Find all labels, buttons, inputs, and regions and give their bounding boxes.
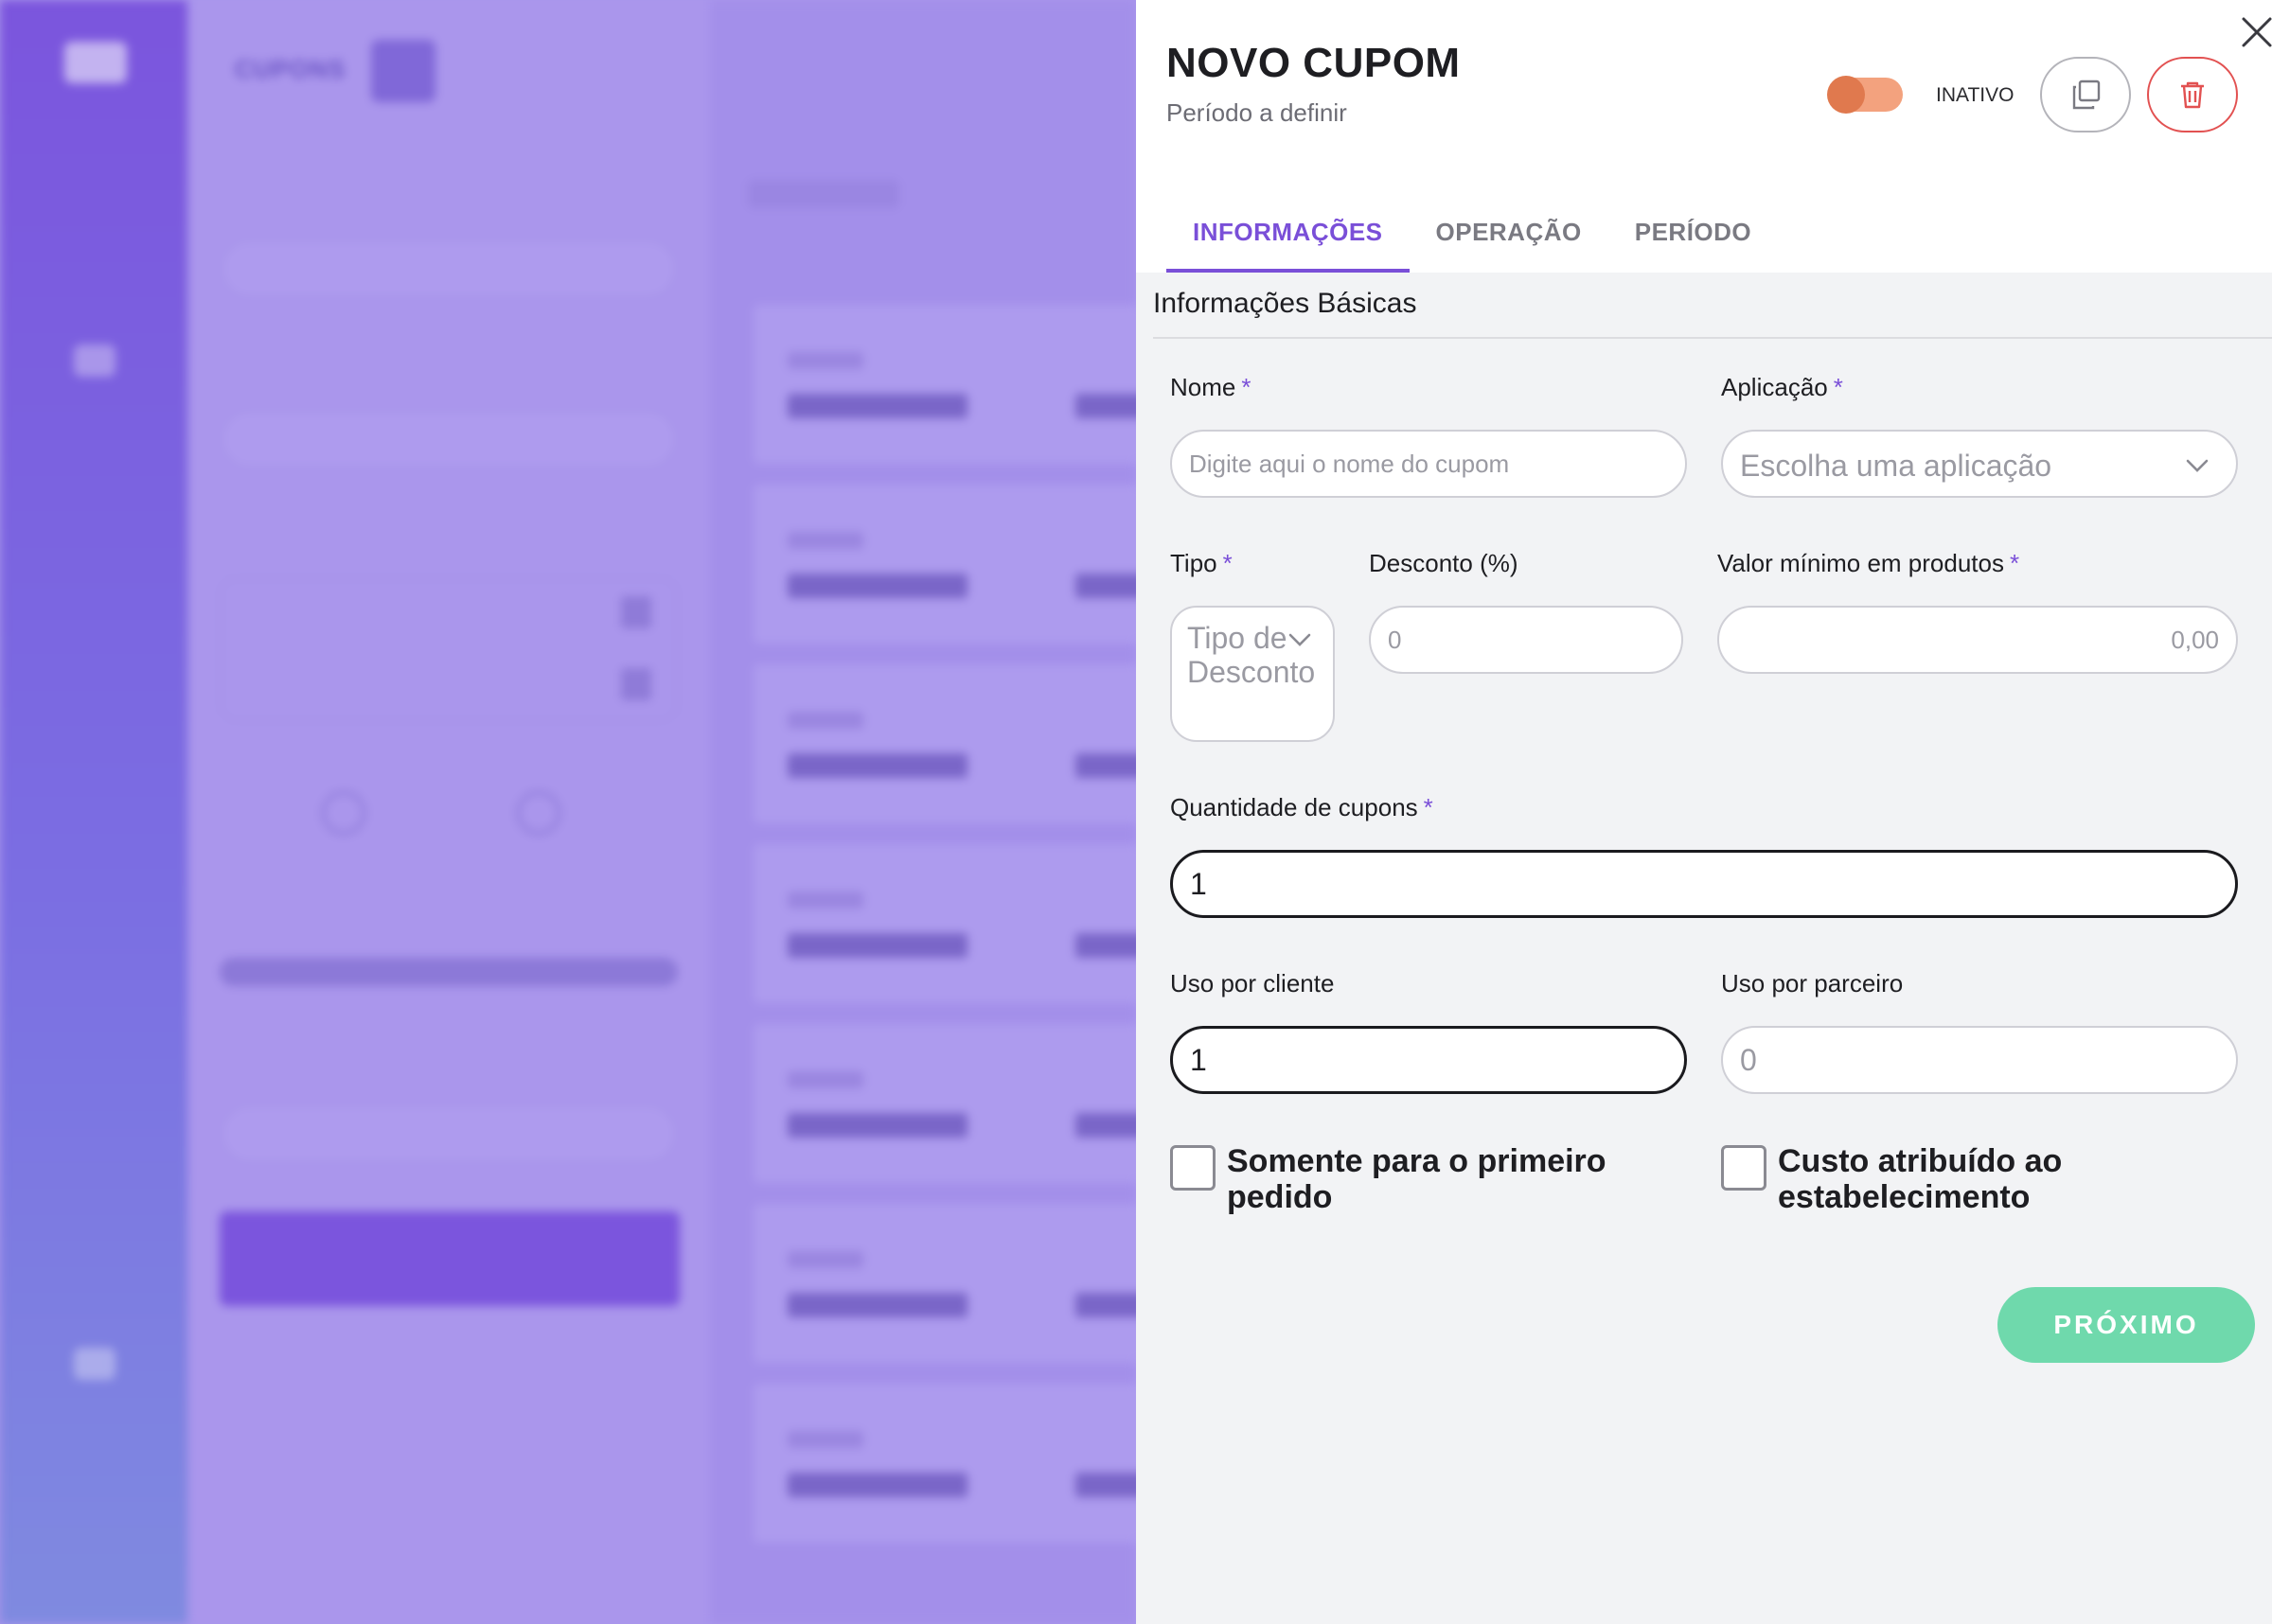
chevron-down-icon	[1288, 633, 1311, 646]
status-toggle[interactable]	[1827, 76, 1903, 114]
tipo-select[interactable]: Tipo de Desconto	[1170, 606, 1335, 742]
drawer-tabs: INFORMAÇÕES OPERAÇÃO PERÍODO	[1166, 210, 1778, 273]
chevron-down-icon	[2186, 459, 2209, 472]
aplicacao-select-value: Escolha uma aplicação	[1740, 449, 2052, 483]
uso-parceiro-label: Uso por parceiro	[1721, 969, 1904, 997]
background-page-title: CUPONS	[235, 55, 346, 83]
custo-estabelecimento-checkbox[interactable]	[1721, 1145, 1766, 1191]
background-card	[754, 1384, 1136, 1543]
aplicacao-label: Aplicação *	[1721, 373, 1843, 401]
tipo-label: Tipo *	[1170, 549, 1233, 577]
calendar-icon	[621, 596, 651, 628]
background-field	[220, 1103, 678, 1164]
nav-icon	[74, 344, 115, 377]
drawer-subtitle: Período a definir	[1166, 98, 1347, 127]
quantidade-input[interactable]	[1170, 850, 2238, 918]
next-button[interactable]: PRÓXIMO	[1997, 1287, 2255, 1363]
quantidade-label: Quantidade de cupons *	[1170, 793, 1433, 821]
background-card	[754, 844, 1136, 1003]
status-label: INATIVO	[1936, 84, 2015, 106]
nav-icon	[74, 1348, 115, 1380]
background-radio	[517, 791, 560, 835]
toggle-knob	[1827, 76, 1865, 114]
tipo-select-value: Tipo de Desconto	[1187, 621, 1316, 689]
background-list-header	[748, 180, 899, 208]
logo-icon	[64, 42, 127, 83]
primeiro-pedido-label[interactable]: Somente para o primeiro pedido	[1227, 1143, 1681, 1215]
drawer-title: NOVO CUPOM	[1166, 40, 1461, 86]
duplicate-button[interactable]	[2040, 57, 2131, 132]
delete-button[interactable]	[2147, 57, 2238, 132]
background-date-box	[220, 577, 678, 721]
close-icon	[2242, 17, 2272, 47]
uso-cliente-input[interactable]	[1170, 1026, 1687, 1094]
primeiro-pedido-checkbox[interactable]	[1170, 1145, 1216, 1191]
nome-input[interactable]	[1170, 430, 1687, 498]
background-card	[754, 485, 1136, 644]
custo-estabelecimento-label[interactable]: Custo atribuído ao estabelecimento	[1778, 1143, 2232, 1215]
background-card	[754, 1204, 1136, 1363]
valor-minimo-label: Valor mínimo em produtos *	[1717, 549, 2020, 577]
calendar-icon	[621, 668, 651, 700]
copy-icon	[2072, 79, 2101, 110]
desconto-input[interactable]	[1369, 606, 1683, 674]
background-card	[754, 305, 1136, 464]
background-card	[754, 664, 1136, 823]
background-field	[220, 409, 678, 469]
section-title: Informações Básicas	[1153, 288, 1417, 319]
nome-label: Nome *	[1170, 373, 1251, 401]
valor-minimo-input[interactable]	[1717, 606, 2238, 674]
trash-icon	[2181, 81, 2204, 109]
tab-operacao[interactable]: OPERAÇÃO	[1410, 210, 1608, 273]
background-sidebar	[0, 0, 187, 1624]
aplicacao-select[interactable]: Escolha uma aplicação	[1721, 430, 2238, 498]
background-field	[220, 238, 678, 299]
background-slider	[220, 958, 678, 986]
background-filter-button	[220, 1211, 680, 1306]
uso-cliente-label: Uso por cliente	[1170, 969, 1335, 997]
background-app: CUPONS	[0, 0, 1136, 1624]
desconto-label: Desconto (%)	[1369, 549, 1518, 577]
tab-periodo[interactable]: PERÍODO	[1608, 210, 1778, 273]
background-add-button	[371, 40, 435, 102]
close-button[interactable]	[2238, 13, 2272, 51]
background-radio	[322, 791, 365, 835]
section-divider	[1153, 337, 2272, 339]
uso-parceiro-input[interactable]	[1721, 1026, 2238, 1094]
background-card	[754, 1024, 1136, 1183]
tab-informacoes[interactable]: INFORMAÇÕES	[1166, 210, 1410, 273]
